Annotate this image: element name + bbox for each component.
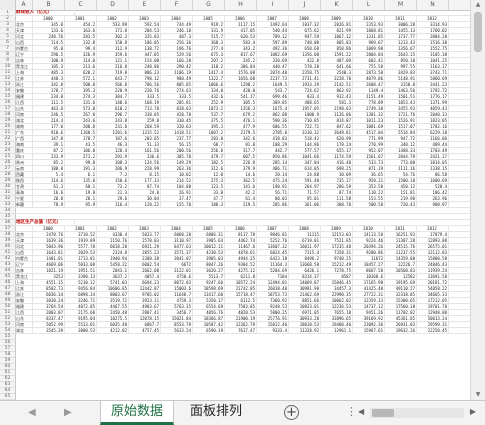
value-cell[interactable]: 500.58 [353,202,385,208]
table-row: 新疆 78.9 95.9 116.4 128.22 155.70 180.3 219.5 285… [15,202,471,208]
value-cell[interactable]: 9333.4 [257,328,289,334]
plus-circle-icon[interactable]: + [284,405,299,420]
value-cell[interactable]: 15967.61 [353,328,385,334]
value-cell[interactable]: 3880.53 [65,328,97,334]
value-cell[interactable]: 720.43 [385,202,417,208]
column-header-k[interactable]: K [321,0,353,10]
value-cell[interactable]: 22250.45 [417,328,449,334]
column-header-f[interactable]: F [161,0,193,10]
vertical-scrollbar[interactable]: ▲ ▼ [470,0,485,400]
value-cell[interactable]: 12961.1 [321,328,353,334]
horizontal-scrollbar[interactable]: ◀ ▶ [358,407,476,419]
scroll-right-icon[interactable]: ▶ [470,407,476,416]
value-cell[interactable]: 5633.24 [161,328,193,334]
column-header-m[interactable]: M [385,0,417,10]
region-cell[interactable]: 湖北 [15,328,33,334]
tab-raw-data[interactable]: 原始数据 [100,401,175,425]
value-cell[interactable]: 4757.45 [129,328,161,334]
value-cell[interactable]: 361.06 [289,202,321,208]
tab-panel-arrangement[interactable]: 面板排列 [180,401,252,425]
value-cell[interactable]: 7617.47 [225,328,257,334]
column-header-l[interactable]: L [353,0,385,10]
region-cell[interactable]: 新疆 [15,202,33,208]
column-header-j[interactable]: J [289,0,321,10]
column-header-h[interactable]: H [225,0,257,10]
column-header-e[interactable]: E [129,0,161,10]
value-cell[interactable]: 78.9 [33,202,65,208]
column-header-n[interactable]: N [417,0,449,10]
value-cell[interactable]: 388.78 [321,202,353,208]
cell-grid[interactable]: 财政收入（亿元） 2000 2001 2002 2003 2004 2005 2006 2007… [15,10,471,400]
value-cell[interactable]: 11328.92 [289,328,321,334]
column-header-g[interactable]: G [193,0,225,10]
value-cell[interactable]: 116.4 [97,202,129,208]
column-header-b[interactable]: B [33,0,65,10]
column-header-i[interactable]: I [257,0,289,10]
row-header-bar: 1 2 3 4 5 6 7 8 9 10 11 12 13 14 15 16 17 18 19 20 21 22 23 24 2… [0,10,16,400]
sheet-tab-bar: ◀ ▶ 原始数据 面板排列 + ⋮ ◀ ▶ [0,400,485,425]
prev-sheet-icon[interactable]: ◀ [28,407,36,418]
value-cell[interactable]: 4212.82 [97,328,129,334]
value-cell[interactable]: 95.9 [65,202,97,208]
value-cell[interactable]: 285.86 [257,202,289,208]
scroll-left-icon[interactable]: ◀ [358,407,364,416]
scroll-up-icon[interactable]: ▲ [471,0,485,10]
select-all-corner[interactable] [0,0,16,10]
horizontal-scroll-thumb[interactable] [372,409,394,417]
vertical-scroll-thumb[interactable] [474,12,482,52]
more-options-icon[interactable]: ⋮ [346,405,357,418]
value-cell[interactable]: 128.22 [129,202,161,208]
table-row: 湖北 3545.39 3880.53 4212.82 4757.45 5633.24 659… [15,328,471,334]
column-header-a[interactable]: A [15,0,33,10]
scroll-down-icon[interactable]: ▼ [471,390,485,400]
value-cell[interactable]: 6590.19 [193,328,225,334]
value-cell[interactable]: 155.70 [161,202,193,208]
value-cell[interactable]: 180.3 [193,202,225,208]
column-header-d[interactable]: D [97,0,129,10]
value-cell[interactable]: 908.97 [417,202,449,208]
value-cell[interactable]: 219.5 [225,202,257,208]
value-cell[interactable]: 3545.39 [33,328,65,334]
value-cell[interactable]: 19632.26 [385,328,417,334]
column-header-c[interactable]: C [65,0,97,10]
spreadsheet-view: ABCDEFGHIJKLMN 1 2 3 4 5 6 7 8 9 10 11 12 13 14 15 16 17… [0,0,485,400]
next-sheet-icon[interactable]: ▶ [64,407,72,418]
